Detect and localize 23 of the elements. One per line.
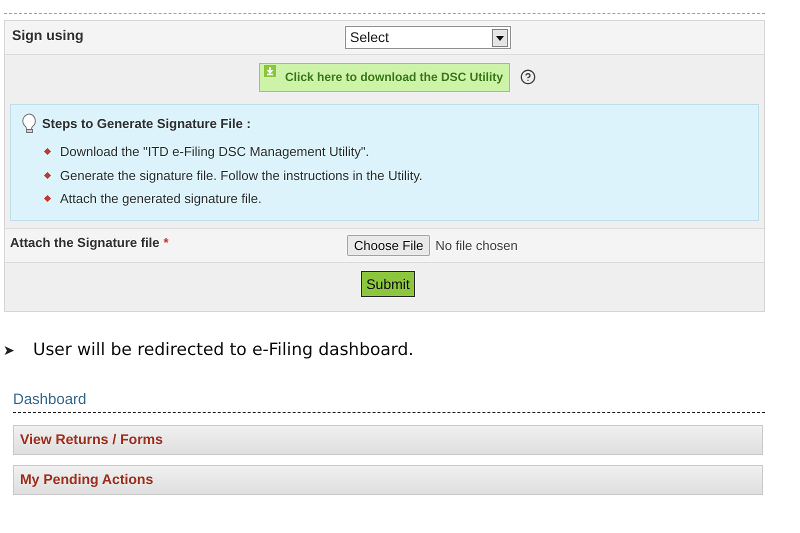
dashboard-title: Dashboard — [13, 390, 86, 408]
dashboard-section[interactable]: View Returns / Forms — [13, 424, 763, 454]
file-status: No file chosen — [435, 236, 518, 255]
bullet-icon — [44, 148, 52, 156]
step-text: Download the "ITD e-Filing DSC Management Utility". — [60, 143, 370, 161]
steps-title: Steps to Generate Signature File : — [42, 114, 251, 133]
field-label: Attach the Signature file — [10, 234, 160, 252]
download-utility-button[interactable]: Click here to download the DSC Utility — [258, 62, 510, 92]
step-text: Attach the generated signature file. — [60, 190, 262, 208]
download-icon — [264, 64, 276, 76]
field-label: Sign using — [12, 26, 85, 45]
choose-file-button[interactable]: Choose File — [347, 235, 430, 256]
step-text: Generate the signature file. Follow the instructions in the Utility. — [60, 166, 422, 185]
required-mark: * — [164, 234, 169, 252]
lightbulb-icon — [21, 113, 38, 134]
submit-button[interactable]: Submit — [361, 271, 415, 297]
dashboard-section[interactable]: My Pending Actions — [13, 464, 763, 494]
arrow-marker: ➤ — [3, 341, 16, 360]
bullet-icon — [44, 172, 52, 179]
help-icon[interactable] — [520, 69, 536, 85]
sign-method-dropdown[interactable]: Select — [345, 26, 511, 49]
bullet-icon — [44, 195, 52, 202]
note-text: User will be redirected to e-Filing dashboard. — [33, 339, 414, 362]
